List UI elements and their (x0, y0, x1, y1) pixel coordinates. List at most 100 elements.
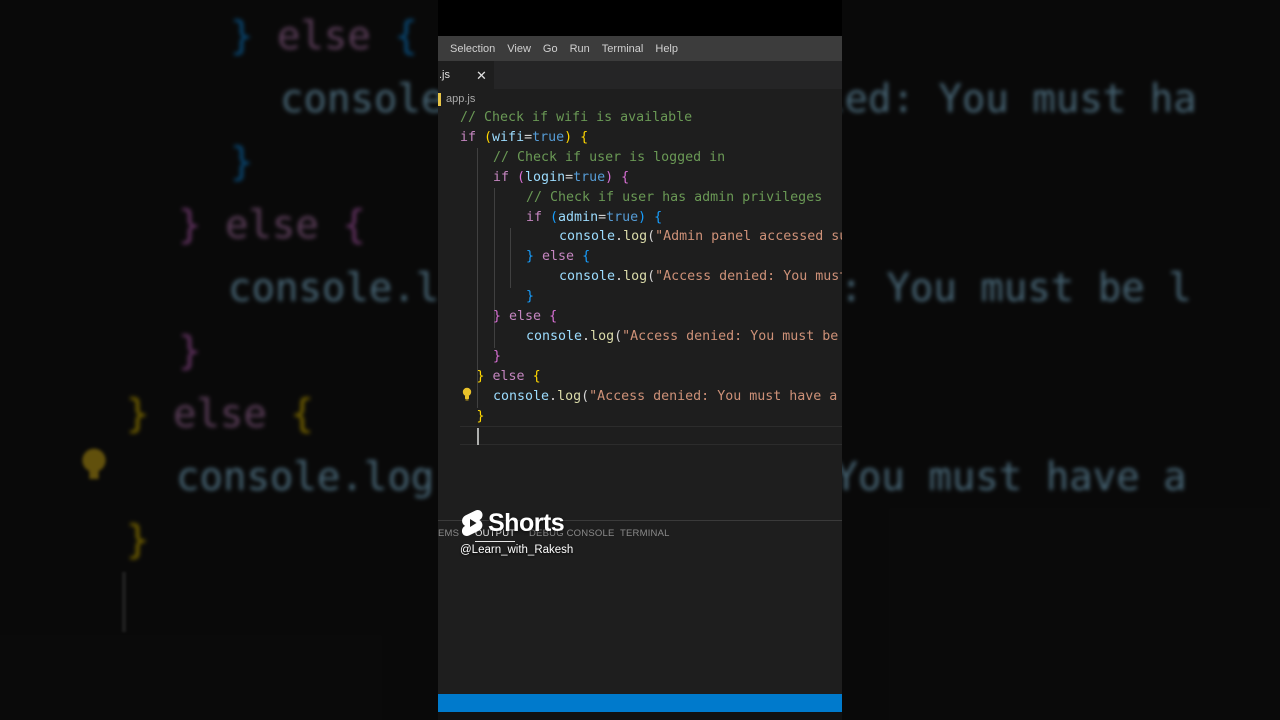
breadcrumb-file[interactable]: app.js (446, 93, 475, 105)
background-right-blur: } else {console.log("Access denied: You … (842, 0, 1280, 720)
code-token: = (524, 129, 533, 145)
code-token: log (590, 328, 615, 344)
code-token: . (582, 328, 591, 344)
menu-help[interactable]: Help (649, 43, 684, 55)
code-token: "Admin panel accessed succe (655, 229, 842, 245)
code-token: ( (614, 328, 623, 344)
js-file-icon (438, 92, 441, 106)
code-token: log (557, 388, 582, 404)
code-token: ) (605, 169, 614, 185)
code-token: log (623, 229, 648, 245)
code-token: ( (647, 269, 656, 285)
channel-handle[interactable]: @Learn_with_Rakesh (460, 544, 573, 556)
code-token: if (460, 129, 485, 145)
code-token: console (526, 328, 583, 344)
code-token: } (493, 309, 502, 324)
code-line: } else { (477, 367, 541, 387)
code-line: // Check if wifi is available (460, 108, 692, 128)
code-line: } else { (493, 307, 557, 327)
code-token: if (493, 169, 518, 185)
code-token: { (580, 129, 589, 145)
tab-app-js[interactable]: .js ✕ (438, 61, 494, 89)
code-token: true (573, 169, 606, 185)
shorts-icon (461, 509, 483, 537)
menu-terminal[interactable]: Terminal (596, 43, 650, 55)
tab-problems[interactable]: EMS (438, 528, 459, 539)
code-token: true (606, 209, 639, 225)
code-line: if (admin=true) { (526, 208, 662, 228)
status-bar (438, 694, 842, 712)
code-token: ) (638, 209, 647, 225)
code-token: . (615, 229, 624, 245)
code-token: ) (564, 129, 573, 145)
code-token: = (565, 169, 574, 185)
code-token: ( (484, 129, 493, 145)
background-left-blur: } else {console.log("Access denied: You … (0, 0, 438, 720)
menu-go[interactable]: Go (537, 43, 564, 55)
shorts-label: Shorts (488, 508, 565, 537)
code-token: else (542, 249, 575, 265)
code-token: ( (581, 388, 590, 404)
breadcrumb: app.js (438, 89, 842, 109)
code-token: { (582, 249, 591, 265)
code-token: else (492, 368, 525, 384)
code-token: console (493, 388, 550, 404)
code-token: console (559, 229, 616, 245)
code-token: log (623, 269, 648, 285)
code-token: } (476, 408, 485, 424)
code-token: { (621, 169, 630, 185)
shorts-logo: Shorts (460, 508, 565, 538)
code-token: else (509, 309, 542, 324)
code-line: } (493, 347, 501, 367)
code-line: // Check if user is logged in (493, 148, 725, 168)
code-line: console.log("Access denied: You must ha (559, 267, 842, 287)
lightbulb-icon[interactable] (461, 387, 473, 401)
code-token: "Access denied: You must be l (622, 328, 842, 344)
code-token: } (476, 368, 485, 384)
tab-terminal[interactable]: TERMINAL (620, 528, 670, 539)
code-token: // Check if user has admin privileges (526, 189, 823, 205)
code-token: . (615, 269, 624, 285)
text-cursor (477, 428, 479, 445)
close-icon[interactable]: ✕ (476, 69, 487, 82)
code-line: if (wifi=true) { (460, 128, 588, 148)
code-token: } (493, 348, 502, 364)
code-token: . (549, 388, 558, 404)
menu-view[interactable]: View (501, 43, 537, 55)
code-token: admin (558, 209, 599, 225)
code-area[interactable]: // Check if wifi is available if (wifi=tr… (438, 108, 842, 448)
code-token: console (559, 269, 616, 285)
code-token: "Access denied: You must have a (589, 388, 838, 404)
code-token: if (526, 209, 551, 225)
code-line: } (477, 407, 485, 427)
code-token: login (525, 169, 566, 185)
code-line: console.log("Access denied: You must be … (526, 327, 842, 347)
code-token: = (598, 209, 607, 225)
code-token: ( (647, 229, 656, 245)
code-line: console.log("Admin panel accessed succe (559, 227, 842, 247)
code-token: ( (550, 209, 559, 225)
code-line: console.log("Access denied: You must hav… (493, 387, 837, 407)
menu-run[interactable]: Run (564, 43, 596, 55)
code-line: if (login=true) { (493, 168, 629, 188)
code-token: "Access denied: You must ha (655, 269, 842, 285)
code-line: // Check if user has admin privileges (526, 188, 822, 208)
menu-selection[interactable]: Selection (444, 43, 501, 55)
code-token: { (654, 209, 663, 225)
code-line: } (526, 287, 534, 307)
code-token: wifi (492, 129, 525, 145)
editor-tab-bar: .js ✕ (438, 61, 842, 89)
code-token: // Check if user is logged in (493, 149, 726, 165)
code-token: true (532, 129, 565, 145)
code-editor-window: Selection View Go Run Terminal Help .js … (438, 0, 842, 720)
menu-bar: Selection View Go Run Terminal Help (438, 36, 842, 61)
code-token: // Check if wifi is available (460, 110, 693, 125)
